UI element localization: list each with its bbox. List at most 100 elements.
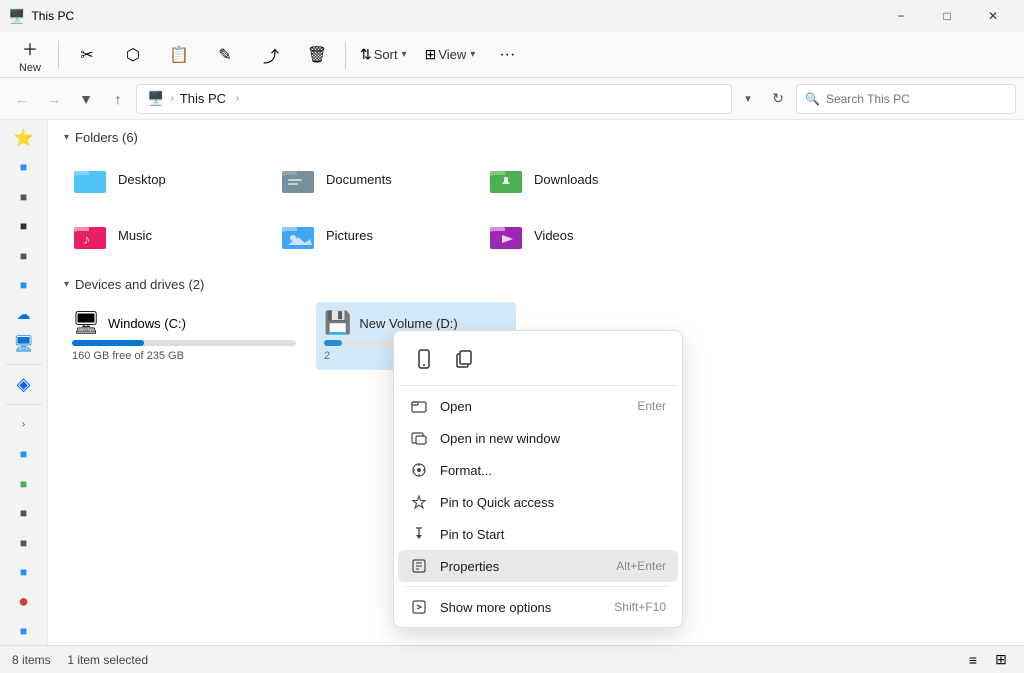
toolbar-separator-2 [345,41,346,69]
folders-section-header[interactable]: ▾ Folders (6) [64,130,1008,145]
delete-icon: 🗑 [307,45,327,65]
back-button[interactable]: ← [8,85,36,113]
ctx-pin-quick-access-item[interactable]: Pin to Quick access [398,486,678,518]
address-dropdown-button[interactable]: ▾ [736,85,760,113]
view-button[interactable]: ⊞ View ▾ [417,36,484,74]
ctx-properties-label: Properties [440,559,604,574]
up-button[interactable]: ↑ [104,85,132,113]
paste-icon: 📋 [169,45,189,65]
folder-music-label: Music [118,228,152,243]
sidebar-item-3[interactable]: ■ [6,212,42,239]
sidebar-item-red[interactable]: ● [6,588,42,615]
sidebar: ⭐ ■ ■ ■ ■ ■ ☁ 🖥 ◈ › ■ ■ ■ ■ ■ ● ■ [0,120,48,645]
sort-button[interactable]: ⇅ Sort ▾ [352,36,415,74]
ctx-show-more-item[interactable]: Show more options Shift+F10 [398,591,678,623]
cut-icon: ✂ [80,45,93,65]
ctx-phone-button[interactable] [406,341,442,377]
close-button[interactable]: ✕ [970,0,1016,32]
statusbar-list-view-button[interactable]: ≡ [962,649,984,671]
toolbar-separator-1 [58,41,59,69]
statusbar-grid-view-button[interactable]: ⊞ [990,649,1012,671]
folder-desktop-label: Desktop [118,172,166,187]
sidebar-item-b1[interactable]: ■ [6,441,42,468]
sidebar-item-b6[interactable]: ■ [6,617,42,644]
drive-d-icon: 💾 [324,310,351,336]
drive-c-bar-fill [72,340,144,346]
ctx-open-new-window-icon [410,429,428,447]
sort-icon: ⇅ [360,46,372,63]
folder-videos-label: Videos [534,228,574,243]
ctx-format-icon [410,461,428,479]
rename-button[interactable]: ✎ [203,36,247,74]
folder-videos[interactable]: Videos [480,211,680,259]
drive-c-header: 🖥 Windows (C:) [72,310,296,336]
sidebar-item-b5[interactable]: ■ [6,559,42,586]
titlebar: 🖥️ This PC − □ ✕ [0,0,1024,32]
folder-documents[interactable]: Documents [272,155,472,203]
more-button[interactable]: ··· [485,36,529,74]
titlebar-left: 🖥️ This PC [8,8,74,25]
sidebar-item-5[interactable]: ■ [6,271,42,298]
folder-downloads[interactable]: Downloads [480,155,680,203]
path-chevron-icon: › [170,93,173,104]
folder-music[interactable]: ♪ Music [64,211,264,259]
folder-pictures-label: Pictures [326,228,373,243]
context-menu-separator [406,586,670,587]
drive-d-label: New Volume (D:) [359,316,457,331]
sidebar-item-onedrive[interactable]: ☁ [6,301,42,328]
new-button[interactable]: ＋ New [8,36,52,74]
sidebar-item-1[interactable]: ■ [6,153,42,180]
addressbar: ← → ▼ ↑ 🖥️ › This PC › ▾ ↻ 🔍 [0,78,1024,120]
path-this-pc: This PC [180,91,226,106]
drive-c[interactable]: 🖥 Windows (C:) 160 GB free of 235 GB [64,302,304,370]
search-input[interactable] [826,92,1007,106]
sidebar-item-2[interactable]: ■ [6,183,42,210]
statusbar-right: ≡ ⊞ [962,649,1012,671]
ctx-properties-icon [410,557,428,575]
cut-button[interactable]: ✂ [65,36,109,74]
selected-count: 1 item selected [67,653,148,667]
ctx-open-icon [410,397,428,415]
address-path[interactable]: 🖥️ › This PC › [136,84,732,114]
sort-chevron-icon: ▾ [402,49,407,60]
ctx-format-item[interactable]: Format... [398,454,678,486]
folder-pictures-icon [280,217,316,253]
statusbar: 8 items 1 item selected ≡ ⊞ [0,645,1024,673]
forward-button[interactable]: → [40,85,68,113]
ctx-open-new-window-item[interactable]: Open in new window [398,422,678,454]
folder-pictures[interactable]: Pictures [272,211,472,259]
ctx-properties-item[interactable]: Properties Alt+Enter [398,550,678,582]
maximize-button[interactable]: □ [924,0,970,32]
ctx-copy2-button[interactable] [446,341,482,377]
new-label: New [19,62,41,74]
refresh-button[interactable]: ↻ [764,85,792,113]
devices-section-header[interactable]: ▾ Devices and drives (2) [64,277,1008,292]
paste-button[interactable]: 📋 [157,36,201,74]
ctx-open-item[interactable]: Open Enter [398,390,678,422]
svg-text:♪: ♪ [83,231,90,247]
titlebar-controls: − □ ✕ [878,0,1016,32]
sidebar-item-b4[interactable]: ■ [6,529,42,556]
recent-button[interactable]: ▼ [72,85,100,113]
sidebar-item-4[interactable]: ■ [6,242,42,269]
copy-button[interactable]: ⬡ [111,36,155,74]
app-title: This PC [31,9,74,23]
drive-c-bar-bg [72,340,296,346]
folder-desktop[interactable]: Desktop [64,155,264,203]
sidebar-item-b3[interactable]: ■ [6,500,42,527]
sidebar-item-thispc[interactable]: 🖥 [6,330,42,357]
folder-videos-icon [488,217,524,253]
sidebar-item-b2[interactable]: ■ [6,470,42,497]
sidebar-item-dropbox[interactable]: ◈ [6,371,42,398]
ctx-pin-start-item[interactable]: Pin to Start [398,518,678,550]
ctx-show-more-icon [410,598,428,616]
sidebar-item-quickaccess[interactable]: ⭐ [6,124,42,151]
sidebar-item-expand1[interactable]: › [6,411,42,438]
minimize-button[interactable]: − [878,0,924,32]
context-menu: Open Enter Open in new window Format... [393,330,683,628]
share-button[interactable]: ⤴ [249,36,293,74]
delete-button[interactable]: 🗑 [295,36,339,74]
devices-chevron-icon: ▾ [64,279,69,290]
drive-d-bar-fill [324,340,342,346]
rename-icon: ✎ [218,45,231,65]
